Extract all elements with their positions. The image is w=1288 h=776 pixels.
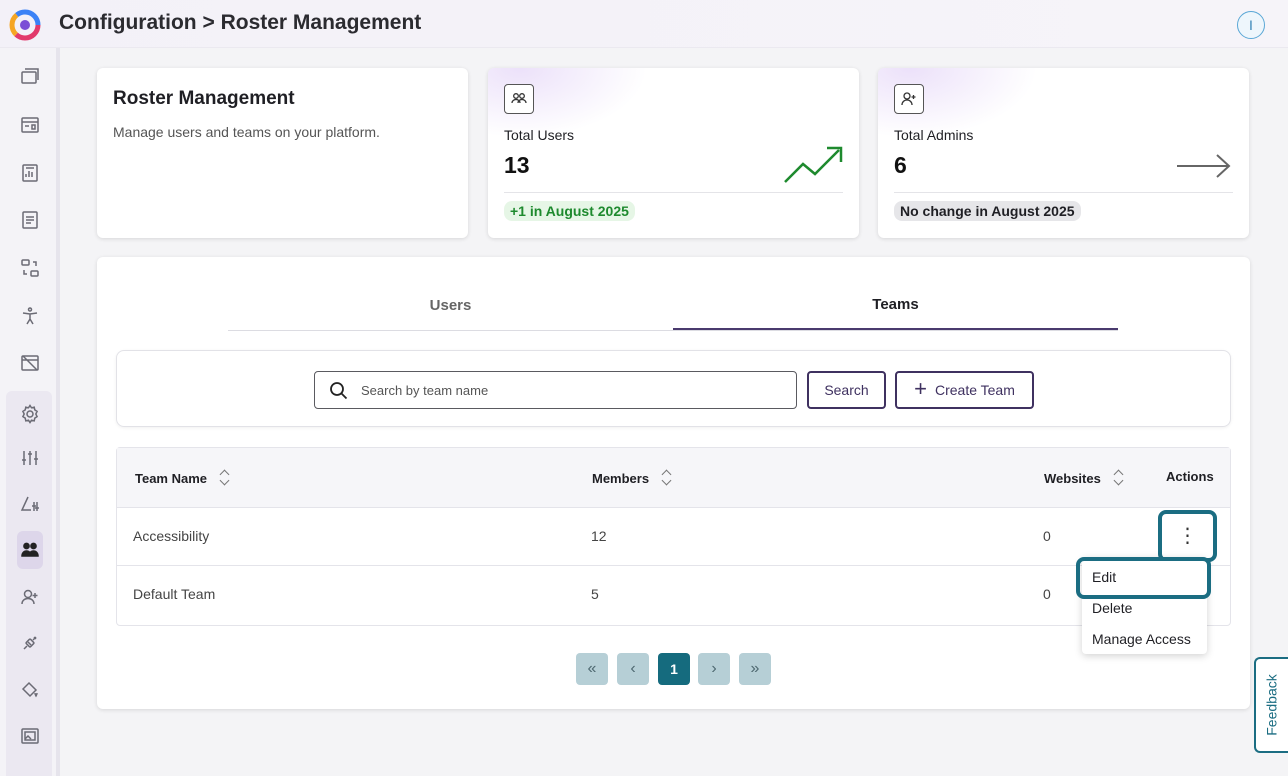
total-users-label: Total Users bbox=[504, 127, 575, 143]
total-users-value: 13 bbox=[504, 152, 530, 178]
sidebar-item-documents[interactable] bbox=[17, 207, 43, 233]
menu-item-delete[interactable]: Delete bbox=[1092, 600, 1132, 616]
search-icon bbox=[330, 382, 348, 400]
row-actions-button[interactable]: ⋮ bbox=[1158, 510, 1217, 562]
users-icon-box bbox=[504, 84, 534, 114]
last-page-button[interactable]: » bbox=[739, 653, 771, 685]
sidebar-item-reports[interactable] bbox=[17, 160, 43, 186]
sidebar-item-accessibility[interactable] bbox=[17, 303, 43, 329]
feedback-label: Feedback bbox=[1264, 674, 1281, 736]
teams-table: Team Name Members Websites Actions Acces… bbox=[116, 447, 1231, 626]
sidebar-item-windows[interactable] bbox=[17, 64, 43, 90]
total-users-card: Total Users 13 +1 in August 2025 bbox=[488, 68, 859, 238]
plus-icon: + bbox=[914, 376, 927, 401]
sidebar-item-preferences[interactable] bbox=[17, 445, 43, 471]
total-admins-change-badge: No change in August 2025 bbox=[894, 201, 1081, 221]
tab-bar: Users Teams bbox=[228, 281, 1118, 331]
app-logo-icon[interactable] bbox=[8, 8, 42, 42]
team-icon bbox=[21, 542, 39, 557]
feedback-tab[interactable]: Feedback bbox=[1254, 657, 1288, 753]
alert-settings-icon bbox=[20, 496, 39, 511]
breadcrumb: Configuration > Roster Management bbox=[59, 11, 422, 34]
websites-cell: 0 bbox=[1043, 586, 1051, 602]
sidebar-item-branding[interactable] bbox=[17, 677, 43, 703]
websites-cell: 0 bbox=[1043, 528, 1051, 544]
members-cell: 12 bbox=[591, 528, 607, 544]
sidebar-item-settings[interactable] bbox=[17, 401, 43, 427]
current-page-button[interactable]: 1 bbox=[658, 653, 690, 685]
create-team-label: Create Team bbox=[934, 382, 1015, 398]
tab-teams[interactable]: Teams bbox=[673, 281, 1118, 330]
previous-page-button[interactable]: ‹ bbox=[617, 653, 649, 685]
sidebar-item-connections[interactable] bbox=[17, 630, 43, 656]
search-box bbox=[314, 371, 797, 409]
sidebar bbox=[0, 48, 60, 776]
roster-main-panel: Users Teams Search + Create Team Team Na… bbox=[97, 257, 1250, 709]
team-name-cell: Default Team bbox=[133, 586, 216, 602]
sidebar-item-roster[interactable] bbox=[17, 531, 43, 569]
sidebar-item-integrations[interactable] bbox=[17, 255, 43, 281]
intro-card: Roster Management Manage users and teams… bbox=[97, 68, 468, 238]
dashboard-icon bbox=[21, 117, 39, 133]
members-cell: 5 bbox=[591, 586, 599, 602]
total-users-change-badge: +1 in August 2025 bbox=[504, 201, 635, 221]
column-header-actions: Actions bbox=[1166, 469, 1214, 484]
paint-bucket-icon bbox=[21, 681, 38, 698]
sidebar-item-media[interactable] bbox=[17, 350, 43, 376]
sidebar-item-dashboard[interactable] bbox=[17, 112, 43, 138]
table-header: Team Name Members Websites Actions bbox=[117, 448, 1230, 508]
search-panel: Search + Create Team bbox=[116, 350, 1231, 427]
page-title: Roster Management bbox=[113, 88, 295, 109]
report-icon bbox=[22, 164, 38, 182]
windows-icon bbox=[21, 68, 39, 84]
kebab-menu-icon: ⋮ bbox=[1177, 525, 1198, 547]
menu-item-manage-access[interactable]: Manage Access bbox=[1092, 631, 1191, 647]
image-icon bbox=[21, 728, 39, 744]
search-button[interactable]: Search bbox=[807, 371, 886, 409]
trend-up-icon bbox=[784, 146, 843, 183]
table-row: Accessibility 12 0 bbox=[117, 508, 1230, 566]
sort-icon[interactable] bbox=[1113, 469, 1125, 487]
admin-user-icon bbox=[901, 92, 916, 106]
create-team-button[interactable]: + Create Team bbox=[895, 371, 1034, 409]
accessibility-icon bbox=[22, 307, 38, 325]
sliders-icon bbox=[22, 451, 38, 465]
user-add-icon bbox=[21, 589, 38, 605]
sidebar-item-gallery[interactable] bbox=[17, 723, 43, 749]
document-icon bbox=[22, 211, 38, 229]
edit-highlight-frame bbox=[1076, 557, 1211, 599]
tab-users[interactable]: Users bbox=[228, 281, 673, 329]
sort-icon[interactable] bbox=[219, 469, 231, 487]
first-page-button[interactable]: « bbox=[576, 653, 608, 685]
search-input[interactable] bbox=[361, 380, 781, 400]
gear-icon bbox=[21, 404, 39, 424]
users-group-icon bbox=[511, 93, 527, 104]
total-admins-label: Total Admins bbox=[894, 127, 974, 143]
next-page-button[interactable]: › bbox=[698, 653, 730, 685]
column-header-team-name[interactable]: Team Name bbox=[135, 469, 231, 487]
team-name-cell: Accessibility bbox=[133, 528, 210, 544]
sort-icon[interactable] bbox=[661, 469, 673, 487]
plug-icon bbox=[23, 636, 37, 650]
column-header-members[interactable]: Members bbox=[592, 469, 673, 487]
total-admins-value: 6 bbox=[894, 152, 907, 178]
sidebar-item-alerts[interactable] bbox=[17, 491, 43, 517]
media-off-icon bbox=[21, 355, 39, 371]
top-header: Configuration > Roster Management I bbox=[0, 0, 1288, 48]
admins-icon-box bbox=[894, 84, 924, 114]
integration-icon bbox=[21, 259, 39, 277]
total-admins-card: Total Admins 6 No change in August 2025 bbox=[878, 68, 1249, 238]
arrow-right-icon bbox=[1177, 154, 1231, 178]
column-header-websites[interactable]: Websites bbox=[1044, 469, 1125, 487]
page-description: Manage users and teams on your platform. bbox=[113, 124, 380, 140]
table-row: Default Team 5 0 bbox=[117, 566, 1230, 624]
user-avatar[interactable]: I bbox=[1237, 11, 1265, 39]
sidebar-item-admins[interactable] bbox=[17, 584, 43, 610]
